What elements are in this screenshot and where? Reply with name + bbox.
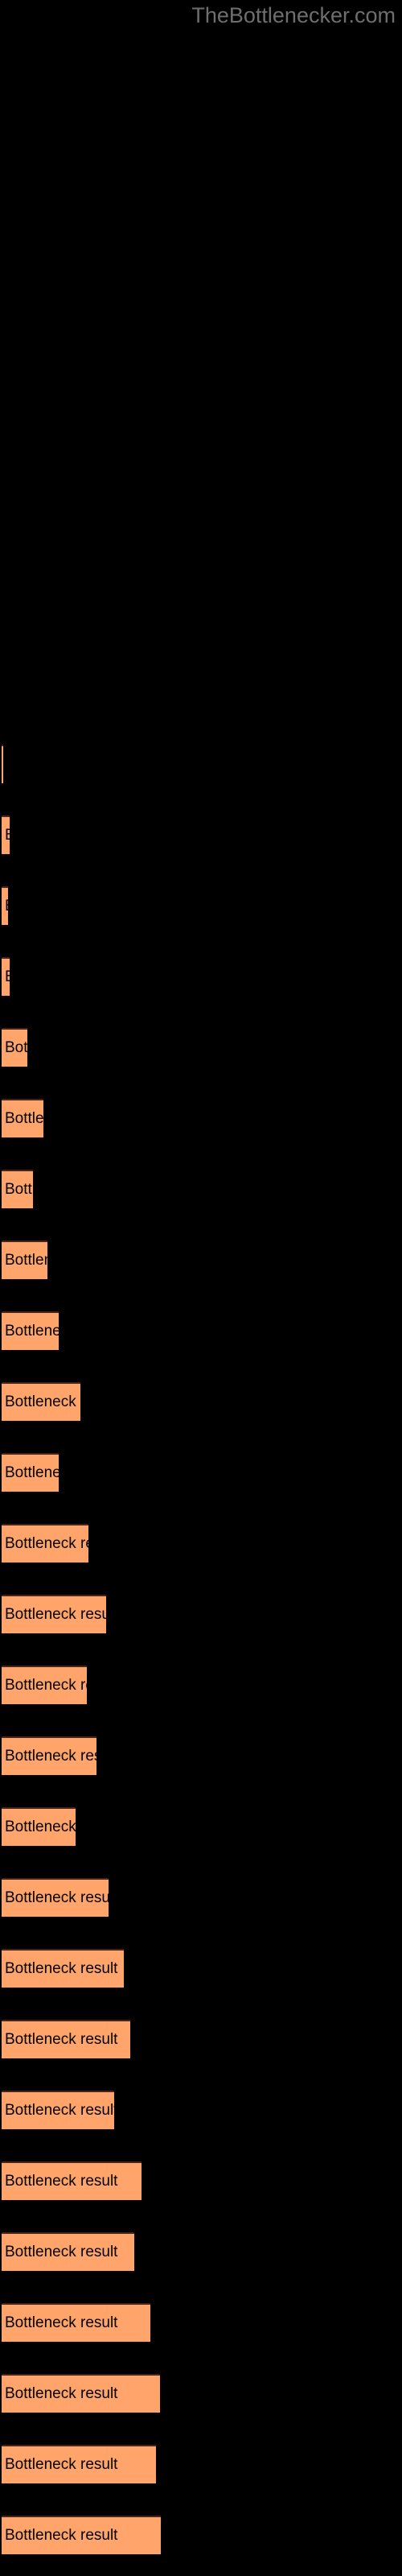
bar-label: Bottleneck result <box>5 2173 118 2190</box>
bar: Bottleneck result <box>2 1807 76 1846</box>
bar-label: Bottleneck result <box>5 2385 118 2402</box>
bar-label: Bottleneck result <box>5 1818 76 1835</box>
bar-label: Bottleneck result <box>5 1889 109 1906</box>
bar-label: Bottleneck result <box>5 968 10 986</box>
bar-label: Bottleneck result <box>5 1181 33 1198</box>
bar-row: Bottleneck result <box>0 745 402 785</box>
bar-label: Bottleneck result <box>5 2314 118 2331</box>
bar-row: Bottleneck result <box>0 1666 402 1706</box>
bar-row: Bottleneck result <box>0 1028 402 1068</box>
bar: Bottleneck result <box>2 1736 96 1775</box>
bar-row: Bottleneck result <box>0 2020 402 2060</box>
bar-row: Bottleneck result <box>0 815 402 856</box>
bar-row: Bottleneck result <box>0 2303 402 2343</box>
bar-row: Bottleneck result <box>0 1595 402 1635</box>
bar: Bottleneck result <box>2 2161 142 2200</box>
bar: Bottleneck result <box>2 1241 47 1279</box>
bar-row: Bottleneck result <box>0 2091 402 2131</box>
bar: Bottleneck result <box>2 2232 134 2271</box>
bar: Bottleneck result <box>2 2374 160 2413</box>
bar-label: Bottleneck result <box>5 2527 118 2544</box>
bar: Bottleneck result <box>2 1666 87 1704</box>
bar-label: Bottleneck result <box>5 1748 96 1765</box>
bar-label: Bottleneck result <box>5 827 10 844</box>
bar: Bottleneck result <box>2 1949 124 1988</box>
page-root: TheBottlenecker.com Bottleneck resultBot… <box>0 0 402 2576</box>
bar-row: Bottleneck result <box>0 2445 402 2485</box>
bar-label: Bottleneck result <box>5 1535 88 1552</box>
bar-label: Bottleneck result <box>5 1960 118 1977</box>
bar-label: Bottleneck result <box>5 2456 118 2473</box>
bar-label: Bottleneck result <box>5 1323 59 1340</box>
bar-label: Bottleneck result <box>5 2244 118 2260</box>
bar-label: Bottleneck result <box>5 1464 59 1481</box>
bar-row: Bottleneck result <box>0 1807 402 1847</box>
bar-row: Bottleneck result <box>0 1170 402 1210</box>
bar-label: Bottleneck result <box>5 1039 27 1056</box>
bar-row: Bottleneck result <box>0 1949 402 1989</box>
bar-row: Bottleneck result <box>0 2161 402 2202</box>
bar: Bottleneck result <box>2 957 10 996</box>
bar-row: Bottleneck result <box>0 2232 402 2273</box>
bar-label: Bottleneck result <box>5 2102 114 2119</box>
bar-row: Bottleneck result <box>0 2516 402 2556</box>
bar: Bottleneck result <box>2 1878 109 1917</box>
bar: Bottleneck result <box>2 1595 106 1633</box>
bar: Bottleneck result <box>2 2091 114 2129</box>
bar: Bottleneck result <box>2 745 3 783</box>
bar-label: Bottleneck result <box>5 1677 87 1694</box>
bar: Bottleneck result <box>2 1170 33 1208</box>
bar-row: Bottleneck result <box>0 1736 402 1777</box>
bar: Bottleneck result <box>2 1311 59 1350</box>
bar: Bottleneck result <box>2 2020 130 2058</box>
bar: Bottleneck result <box>2 2445 156 2483</box>
bottleneck-bar-chart: Bottleneck result Bottleneck result Bottle… <box>0 0 402 2576</box>
bar: Bottleneck result <box>2 1382 80 1421</box>
bar-row: Bottleneck result <box>0 1311 402 1352</box>
bar-row: Bottleneck result <box>0 957 402 997</box>
bar-row: Bottleneck result <box>0 1099 402 1139</box>
bar: Bottleneck result <box>2 2303 150 2342</box>
bar-label: Bottleneck result <box>5 1393 80 1410</box>
bar-row: Bottleneck result <box>0 886 402 927</box>
bar-label: Bottleneck result <box>5 2031 118 2048</box>
bar-label: Bottleneck result <box>5 898 8 915</box>
bar: Bottleneck result <box>2 1099 43 1137</box>
bar: Bottleneck result <box>2 1453 59 1492</box>
bar-row: Bottleneck result <box>0 2374 402 2414</box>
bar: Bottleneck result <box>2 815 10 854</box>
bar-row: Bottleneck result <box>0 1524 402 1564</box>
bar: Bottleneck result <box>2 1028 27 1067</box>
bar-row: Bottleneck result <box>0 1878 402 1918</box>
bar-label: Bottleneck result <box>5 1606 106 1623</box>
bar: Bottleneck result <box>2 1524 88 1563</box>
bar: Bottleneck result <box>2 886 8 925</box>
bar: Bottleneck result <box>2 2516 161 2554</box>
bar-label: Bottleneck result <box>5 1252 47 1269</box>
bar-row: Bottleneck result <box>0 1241 402 1281</box>
bar-row: Bottleneck result <box>0 1382 402 1422</box>
bar-row: Bottleneck result <box>0 1453 402 1493</box>
bar-label: Bottleneck result <box>5 1110 43 1127</box>
